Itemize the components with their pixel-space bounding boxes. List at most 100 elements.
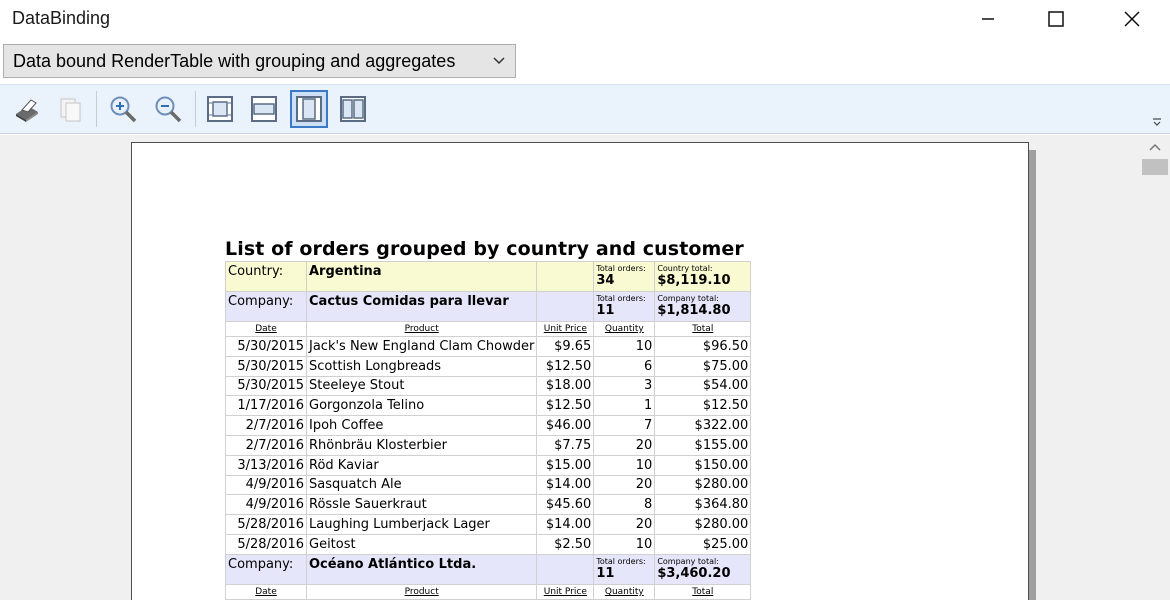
maximize-button[interactable] bbox=[1026, 0, 1086, 38]
table-cell: Röd Kaviar bbox=[305, 454, 538, 476]
table-cell: Sasquatch Ale bbox=[305, 474, 538, 496]
total-orders-value: 34 bbox=[596, 273, 615, 288]
print-button[interactable] bbox=[7, 90, 45, 128]
group-total-value: $8,119.10 bbox=[657, 273, 731, 288]
table-cell: Steeleye Stout bbox=[305, 375, 538, 397]
total-orders-value: 11 bbox=[596, 565, 615, 581]
group-total-value: $1,814.80 bbox=[657, 303, 731, 318]
toolbar-separator bbox=[195, 91, 196, 127]
table-cell: 5/28/2016 bbox=[225, 514, 307, 535]
window-title: DataBinding bbox=[12, 8, 111, 28]
two-pages-icon bbox=[340, 96, 366, 122]
toolbar-overflow-icon[interactable] bbox=[1152, 117, 1162, 127]
table-cell: 5/30/2015 bbox=[225, 355, 307, 377]
group-label: Company: bbox=[225, 553, 307, 585]
table-cell: $9.65 bbox=[536, 336, 595, 357]
page-width-button[interactable] bbox=[245, 90, 283, 128]
group-total-orders: Total orders: 11 bbox=[593, 553, 656, 585]
company-group-row: Company: Cactus Comidas para llevar Total … bbox=[225, 291, 752, 322]
whole-page-icon bbox=[296, 96, 322, 122]
zoom-in-icon bbox=[110, 96, 137, 123]
group-blank bbox=[536, 553, 594, 585]
table-cell: Gorgonzola Telino bbox=[305, 395, 538, 417]
group-total: Country total: $8,119.10 bbox=[654, 261, 752, 292]
table-row: 5/28/2016 Geitost $2.50 10 $25.00 bbox=[225, 533, 752, 555]
zoom-out-button[interactable] bbox=[149, 90, 187, 128]
group-blank bbox=[536, 291, 594, 322]
whole-page-button[interactable] bbox=[290, 90, 328, 128]
group-name-text: Argentina bbox=[309, 264, 382, 279]
scroll-up-icon[interactable] bbox=[1149, 143, 1161, 151]
table-cell: 3/13/2016 bbox=[225, 454, 307, 476]
table-cell: 5/30/2015 bbox=[225, 336, 307, 357]
column-header: Quantity bbox=[593, 583, 656, 600]
group-label-text: Country: bbox=[228, 264, 284, 279]
preview-pane[interactable]: List of orders grouped by country and cu… bbox=[0, 135, 1140, 600]
group-label-text: Company: bbox=[228, 294, 294, 309]
table-cell: Geitost bbox=[305, 533, 538, 555]
report-select[interactable]: Data bound RenderTable with grouping and… bbox=[3, 44, 516, 78]
column-header: Total bbox=[654, 583, 752, 600]
table-row: 5/30/2015 Steeleye Stout $18.00 3 $54.00 bbox=[225, 375, 752, 397]
zoom-out-icon bbox=[155, 96, 182, 123]
group-total-orders: Total orders: 34 bbox=[593, 261, 656, 292]
actual-size-button[interactable] bbox=[201, 90, 239, 128]
preview-toolbar bbox=[0, 84, 1170, 134]
group-total-label: Country total: bbox=[657, 264, 713, 273]
group-total: Company total: $1,814.80 bbox=[654, 291, 752, 322]
group-name: Argentina bbox=[305, 261, 538, 292]
group-name: Cactus Comidas para llevar bbox=[305, 291, 538, 322]
table-cell: 4/9/2016 bbox=[225, 474, 307, 496]
vertical-scrollbar[interactable] bbox=[1140, 135, 1170, 600]
table-cell: $322.00 bbox=[654, 415, 752, 436]
table-cell: $280.00 bbox=[654, 514, 752, 535]
orders-table: Country: Argentina Total orders: 34 Country … bbox=[225, 261, 752, 600]
report-title: List of orders grouped by country and cu… bbox=[225, 238, 744, 260]
table-cell: 1 bbox=[593, 395, 656, 417]
zoom-in-button[interactable] bbox=[104, 90, 142, 128]
total-orders-value: 11 bbox=[596, 303, 615, 318]
group-total-orders: Total orders: 11 bbox=[593, 291, 656, 322]
close-button[interactable] bbox=[1102, 0, 1162, 38]
copy-button[interactable] bbox=[51, 90, 89, 128]
minimize-icon bbox=[982, 18, 994, 20]
print-icon bbox=[16, 99, 38, 122]
table-cell: Jack's New England Clam Chowder bbox=[305, 336, 538, 357]
group-total-label: Company total: bbox=[657, 294, 719, 303]
column-header: Date bbox=[225, 583, 307, 600]
column-header: Quantity bbox=[593, 321, 656, 337]
table-cell: Rössle Sauerkraut bbox=[305, 494, 538, 516]
table-row: 5/28/2016 Laughing Lumberjack Lager $14.00… bbox=[225, 514, 752, 535]
table-cell: $150.00 bbox=[654, 454, 752, 476]
two-pages-button[interactable] bbox=[334, 90, 372, 128]
chevron-down-icon bbox=[493, 57, 505, 65]
column-header: Total bbox=[654, 321, 752, 337]
table-cell: Rhönbräu Klosterbier bbox=[305, 434, 538, 456]
table-cell: Scottish Longbreads bbox=[305, 355, 538, 377]
table-cell: $25.00 bbox=[654, 533, 752, 555]
table-cell: 20 bbox=[593, 514, 656, 535]
combo-row: Data bound RenderTable with grouping and… bbox=[0, 38, 1170, 84]
group-label-text: Company: bbox=[228, 556, 294, 572]
table-row: 1/17/2016 Gorgonzola Telino $12.50 1 $12.50 bbox=[225, 395, 752, 417]
group-blank bbox=[536, 261, 594, 292]
copy-icon bbox=[60, 98, 81, 122]
column-header-row: DateProductUnit PriceQuantityTotal bbox=[225, 321, 752, 337]
column-header-row: DateProductUnit PriceQuantityTotal bbox=[225, 583, 752, 600]
table-cell: $46.00 bbox=[536, 415, 595, 436]
group-total-value: $3,460.20 bbox=[657, 565, 731, 581]
minimize-button[interactable] bbox=[958, 0, 1018, 38]
table-cell: $14.00 bbox=[536, 474, 595, 496]
maximize-icon bbox=[1048, 11, 1064, 27]
table-cell: $54.00 bbox=[654, 375, 752, 397]
group-total-label: Company total: bbox=[657, 556, 719, 566]
table-cell: $364.80 bbox=[654, 494, 752, 516]
table-cell: 3 bbox=[593, 375, 656, 397]
table-cell: $12.50 bbox=[536, 355, 595, 377]
total-orders-label: Total orders: bbox=[596, 556, 646, 566]
table-cell: Ipoh Coffee bbox=[305, 415, 538, 436]
table-cell: $14.00 bbox=[536, 514, 595, 535]
table-cell: 4/9/2016 bbox=[225, 494, 307, 516]
scrollbar-thumb[interactable] bbox=[1142, 159, 1168, 175]
table-row: 5/30/2015 Scottish Longbreads $12.50 6 $75.0… bbox=[225, 355, 752, 377]
